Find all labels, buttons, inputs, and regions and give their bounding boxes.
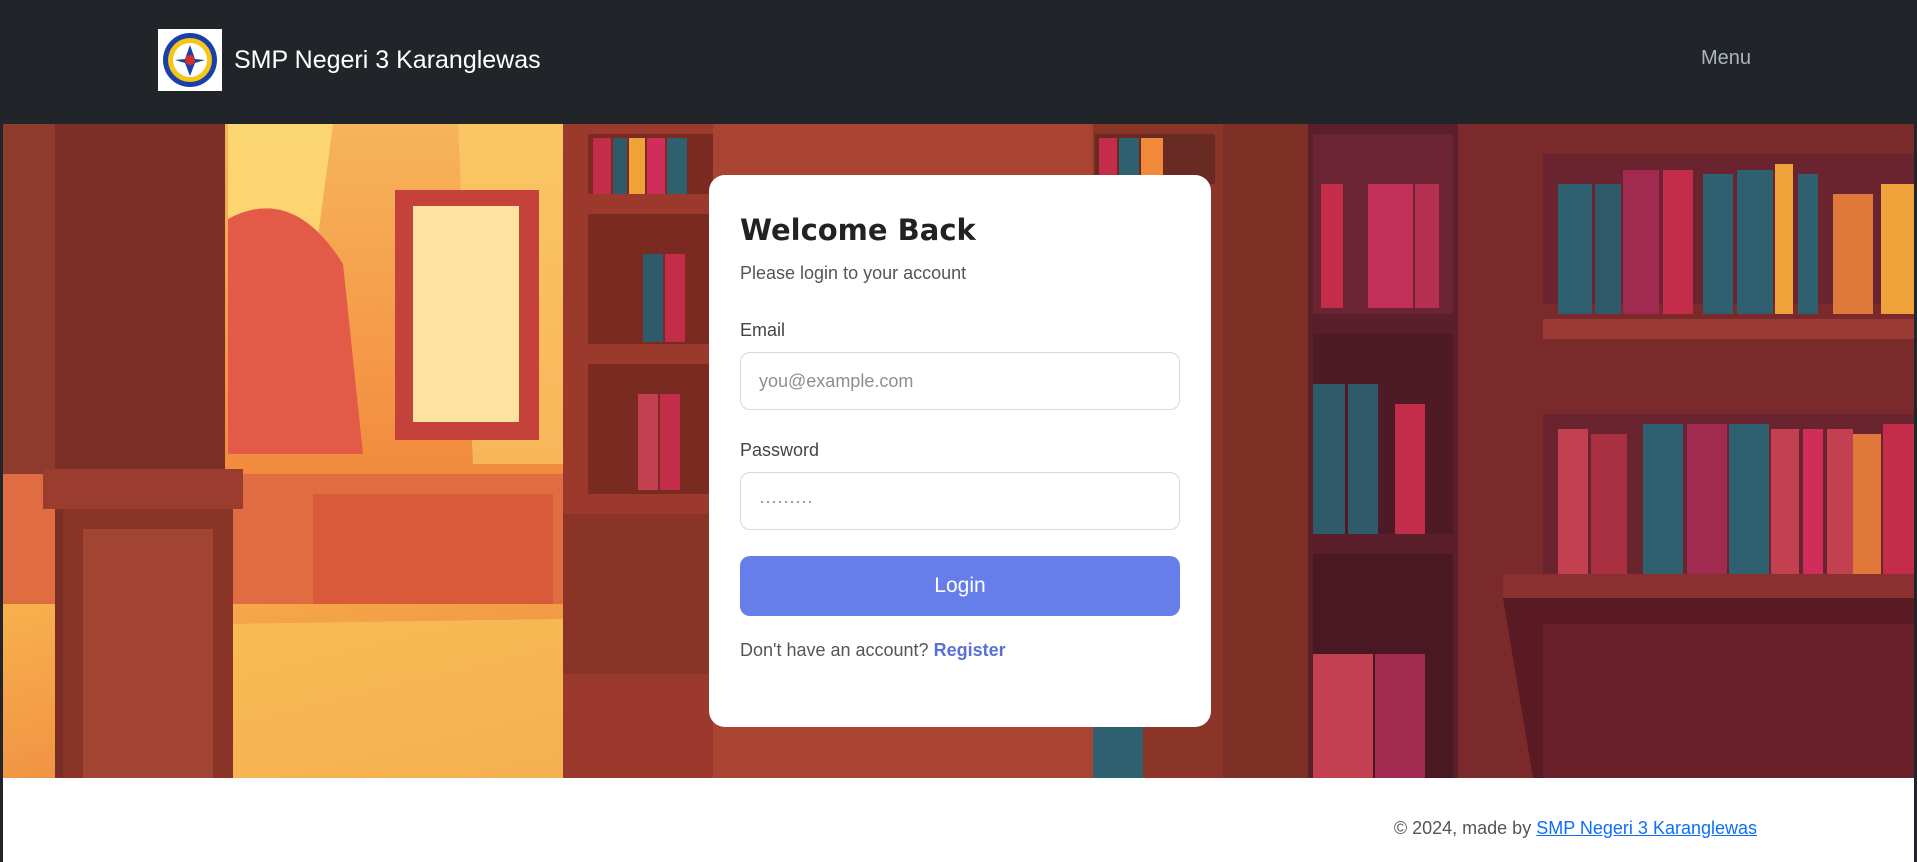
brand-link[interactable]: SMP Negeri 3 Karanglewas xyxy=(158,29,541,91)
footer: © 2024, made by SMP Negeri 3 Karanglewas xyxy=(3,778,1914,862)
copyright-text: © 2024, made by xyxy=(1393,818,1532,838)
brand-name: SMP Negeri 3 Karanglewas xyxy=(234,45,541,74)
email-field[interactable] xyxy=(740,352,1180,410)
register-prompt: Don't have an account? xyxy=(740,640,929,660)
login-card: Welcome Back Please login to your accoun… xyxy=(709,175,1211,727)
navbar: SMP Negeri 3 Karanglewas Menu xyxy=(3,0,1914,124)
register-link[interactable]: Register xyxy=(934,640,1006,660)
login-subtitle: Please login to your account xyxy=(740,263,967,283)
footer-text: © 2024, made by SMP Negeri 3 Karanglewas xyxy=(1394,818,1757,839)
school-emblem-icon xyxy=(158,29,222,91)
email-label: Email xyxy=(740,320,786,340)
menu-button[interactable]: Menu xyxy=(1701,47,1751,70)
password-label: Password xyxy=(740,440,820,460)
login-button[interactable]: Login xyxy=(740,556,1180,616)
footer-school-link[interactable]: SMP Negeri 3 Karanglewas xyxy=(1536,818,1757,838)
register-line: Don't have an account? Register xyxy=(740,640,1180,661)
login-title: Welcome Back xyxy=(740,213,976,247)
password-field[interactable] xyxy=(740,472,1180,530)
